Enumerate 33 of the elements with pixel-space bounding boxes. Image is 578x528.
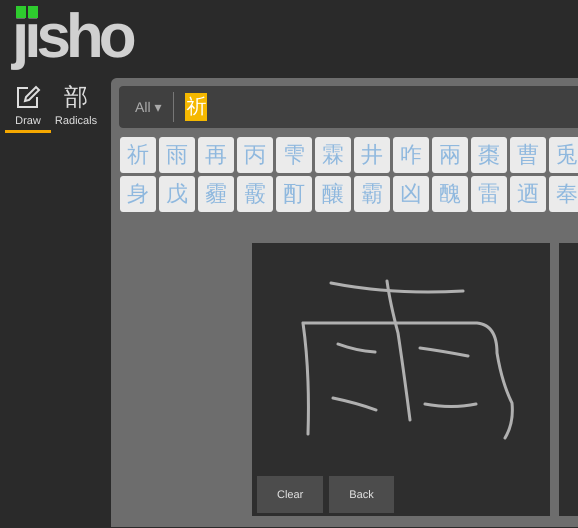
kanji-candidate[interactable]: 祈 [120,137,156,173]
kanji-candidate[interactable]: 兎 [549,137,578,173]
kanji-candidate[interactable]: 兩 [432,137,468,173]
kanji-candidate[interactable]: 奉 [549,176,578,212]
drawing-canvas[interactable]: Clear Back [252,243,550,516]
kanji-candidate[interactable]: 棗 [471,137,507,173]
nav-tab[interactable]: Draw [5,78,51,133]
filter-dropdown[interactable]: All ▾ [119,99,174,115]
canvas-button[interactable]: Back [329,476,394,513]
kanji-candidate[interactable]: 釀 [315,176,351,212]
kanji-candidate[interactable]: 曹 [510,137,546,173]
kanji-candidate[interactable]: 身 [120,176,156,212]
kanji-candidate[interactable]: 雫 [276,137,312,173]
kanji-candidate[interactable]: 咋 [393,137,429,173]
kanji-candidate[interactable]: 雨 [159,137,195,173]
kanji-candidate[interactable]: 再 [198,137,234,173]
logo[interactable]: jisho [12,0,132,72]
kanji-candidate[interactable]: 井 [354,137,390,173]
kanji-candidate[interactable]: 霾 [198,176,234,212]
kanji-candidate[interactable]: 霸 [354,176,390,212]
kanji-candidate[interactable]: 凶 [393,176,429,212]
kanji-candidate[interactable]: 霖 [315,137,351,173]
kanji-candidate[interactable]: 雷 [471,176,507,212]
pencil-icon [15,84,41,110]
kanji-candidate[interactable]: 酊 [276,176,312,212]
nav-tab[interactable]: 部 Radicals [53,78,99,133]
kanji-candidate[interactable]: 迺 [510,176,546,212]
search-field[interactable]: 祈 [185,93,208,121]
kanji-candidate[interactable]: 丙 [237,137,273,173]
kanji-candidate[interactable]: 戊 [159,176,195,212]
canvas-button[interactable]: Clear [257,476,324,513]
kanji-candidate[interactable]: 霰 [237,176,273,212]
kanji-candidate[interactable]: 醜 [432,176,468,212]
